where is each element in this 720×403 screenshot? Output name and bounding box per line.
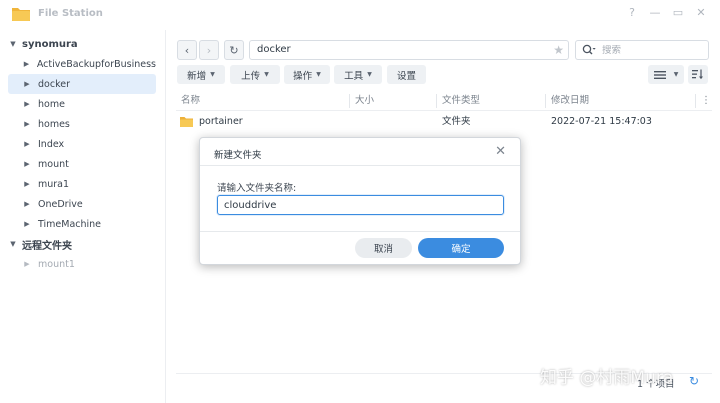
- sidebar-divider: [165, 30, 166, 403]
- caret-right-icon[interactable]: ▶: [22, 60, 31, 68]
- folder-icon: [180, 117, 193, 127]
- column-header-modified[interactable]: 修改日期: [551, 91, 589, 111]
- caret-right-icon[interactable]: ▶: [22, 120, 32, 128]
- caret-right-icon[interactable]: ▶: [22, 260, 32, 268]
- sidebar-item-docker[interactable]: ▶ docker: [8, 74, 156, 94]
- column-header-type[interactable]: 文件类型: [442, 91, 480, 111]
- minimize-icon[interactable]: —: [648, 6, 662, 19]
- new-folder-dialog: 新建文件夹 ✕ 请输入文件夹名称: 取消 确定: [199, 137, 521, 265]
- sidebar-item[interactable]: ▶ TimeMachine: [8, 214, 156, 234]
- caret-right-icon[interactable]: ▶: [22, 80, 32, 88]
- caret-right-icon[interactable]: ▶: [22, 140, 32, 148]
- sort-button[interactable]: [688, 65, 708, 84]
- title-bar: File Station ? — ▭ ✕: [0, 0, 720, 28]
- sidebar-item[interactable]: ▶ mount: [8, 154, 156, 174]
- forward-button[interactable]: ›: [199, 40, 219, 60]
- column-divider: [436, 94, 437, 108]
- file-name: portainer: [199, 116, 243, 127]
- column-header-size[interactable]: 大小: [355, 91, 374, 111]
- column-divider: [545, 94, 546, 108]
- chevron-left-icon: ‹: [184, 43, 190, 57]
- view-mode-button[interactable]: ▼: [648, 65, 684, 84]
- chevron-right-icon: ›: [206, 43, 212, 57]
- sort-icon: [692, 69, 703, 80]
- ok-button[interactable]: 确定: [418, 238, 504, 258]
- current-path: docker: [257, 44, 291, 55]
- caret-down-icon[interactable]: ▼: [8, 240, 18, 248]
- caret-down-icon: ▼: [673, 71, 679, 78]
- create-button[interactable]: 新增 ▼: [177, 65, 225, 84]
- sidebar: ▼ synomura ▶ ActiveBackupforBusiness ▶ d…: [0, 30, 164, 403]
- column-divider: [695, 94, 696, 108]
- settings-button[interactable]: 设置: [387, 65, 426, 84]
- caret-down-icon[interactable]: ▼: [8, 40, 18, 48]
- back-button[interactable]: ‹: [177, 40, 197, 60]
- sidebar-item[interactable]: ▶ homes: [8, 114, 156, 134]
- refresh-icon: ↻: [229, 43, 239, 57]
- dialog-title: 新建文件夹: [214, 150, 262, 161]
- upload-button[interactable]: 上传 ▼: [230, 65, 280, 84]
- caret-right-icon[interactable]: ▶: [22, 180, 32, 188]
- folder-name-label: 请输入文件夹名称:: [217, 183, 297, 194]
- window-title: File Station: [38, 8, 103, 19]
- file-modified: 2022-07-21 15:47:03: [551, 116, 652, 127]
- caret-right-icon[interactable]: ▶: [22, 220, 32, 228]
- sidebar-item[interactable]: ▶ mura1: [8, 174, 156, 194]
- watermark: 知乎 @村雨Mura: [540, 368, 674, 388]
- tools-button[interactable]: 工具 ▼: [334, 65, 382, 84]
- dialog-divider: [200, 231, 520, 232]
- folder-name-input[interactable]: [217, 195, 504, 215]
- help-icon[interactable]: ?: [625, 6, 639, 19]
- caret-down-icon: ▼: [367, 71, 372, 78]
- column-header-name[interactable]: 名称: [181, 91, 200, 111]
- dialog-divider: [200, 165, 520, 166]
- more-vertical-icon[interactable]: ⋮: [701, 91, 711, 111]
- refresh-icon[interactable]: ↻: [689, 374, 699, 388]
- sidebar-item[interactable]: ▶ ActiveBackupforBusiness: [8, 54, 156, 74]
- star-icon[interactable]: ★: [553, 41, 564, 59]
- caret-down-icon: ▼: [210, 71, 215, 78]
- tree-root-remote[interactable]: ▼ 远程文件夹: [8, 234, 156, 254]
- file-type: 文件夹: [442, 116, 471, 127]
- cancel-button[interactable]: 取消: [355, 238, 412, 258]
- action-button[interactable]: 操作 ▼: [284, 65, 330, 84]
- tree-root-synomura[interactable]: ▼ synomura: [8, 34, 156, 54]
- table-row[interactable]: portainer 文件夹 2022-07-21 15:47:03: [176, 111, 712, 132]
- sidebar-item[interactable]: ▶ Index: [8, 134, 156, 154]
- caret-down-icon: ▼: [264, 71, 269, 78]
- sidebar-item[interactable]: ▶ OneDrive: [8, 194, 156, 214]
- search-icon[interactable]: [582, 44, 596, 56]
- caret-right-icon[interactable]: ▶: [22, 100, 32, 108]
- close-window-icon[interactable]: ✕: [694, 6, 708, 19]
- sidebar-item[interactable]: ▶ home: [8, 94, 156, 114]
- maximize-icon[interactable]: ▭: [671, 6, 685, 19]
- caret-right-icon[interactable]: ▶: [22, 160, 32, 168]
- column-divider: [349, 94, 350, 108]
- refresh-button[interactable]: ↻: [224, 40, 244, 60]
- list-view-icon: [653, 70, 666, 79]
- caret-down-icon: ▼: [316, 71, 321, 78]
- caret-right-icon[interactable]: ▶: [22, 200, 32, 208]
- sidebar-item-mount1[interactable]: ▶ mount1: [8, 254, 156, 274]
- close-icon[interactable]: ✕: [495, 144, 506, 159]
- path-bar[interactable]: docker ★: [249, 40, 569, 60]
- file-station-icon: [12, 8, 30, 21]
- search-box[interactable]: [575, 40, 709, 60]
- search-input[interactable]: [602, 44, 692, 56]
